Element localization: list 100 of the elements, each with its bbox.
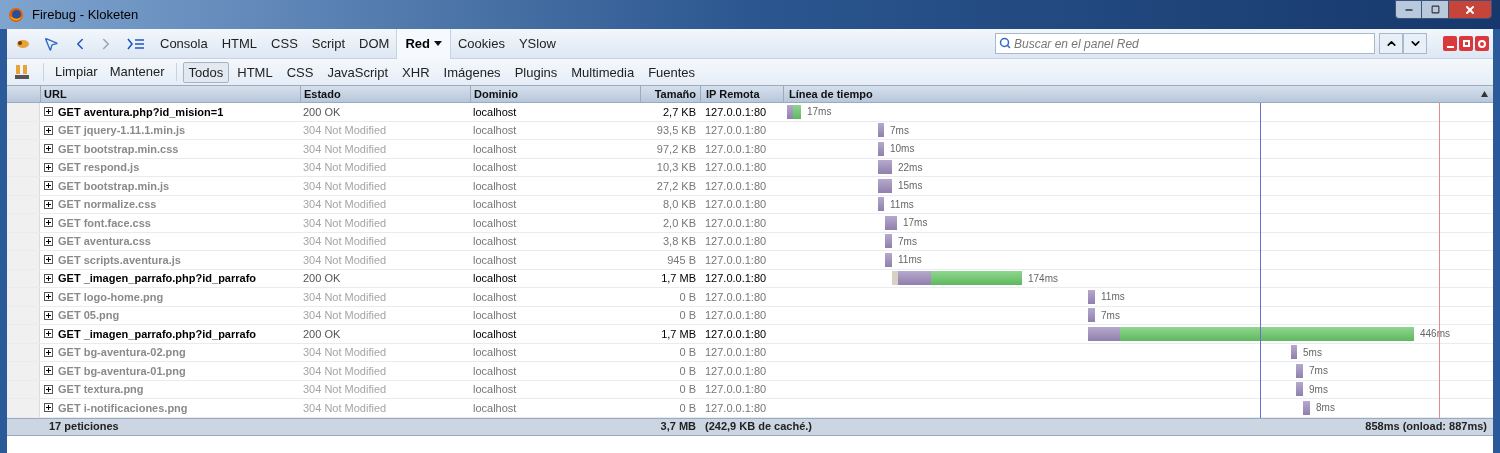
request-url[interactable]: GET aventura.php?id_mision=1	[58, 103, 224, 120]
filter-tab[interactable]: Plugins	[508, 61, 564, 83]
expand-toggle-icon[interactable]	[44, 107, 53, 117]
search-field[interactable]: Buscar en el panel Red	[995, 33, 1375, 54]
minimize-button[interactable]	[1395, 0, 1422, 19]
expand-toggle-icon[interactable]	[44, 125, 53, 135]
filter-tab[interactable]: Multimedia	[565, 61, 641, 83]
status-text: 304 Not Modified	[302, 141, 388, 157]
total-size: 3,7 MB	[659, 419, 697, 435]
domain-text: localhost	[472, 215, 518, 231]
expand-toggle-icon[interactable]	[44, 255, 53, 265]
filter-tab[interactable]: JavaScript	[321, 61, 395, 83]
column-header[interactable]: Estado	[300, 85, 470, 103]
timing-bar	[878, 123, 884, 138]
request-url[interactable]: GET bg-aventura-02.png	[58, 344, 186, 361]
panel-tab[interactable]: Consola	[153, 28, 215, 59]
command-line-icon[interactable]	[127, 37, 145, 50]
window-title: Firebug - Kloketen	[32, 5, 139, 24]
expand-toggle-icon[interactable]	[44, 236, 53, 246]
minimize-panel-button[interactable]	[1443, 36, 1457, 51]
expand-toggle-icon[interactable]	[44, 162, 53, 172]
size-text: 97,2 KB	[655, 141, 697, 157]
expand-toggle-icon[interactable]	[44, 329, 53, 339]
expand-toggle-icon[interactable]	[44, 384, 53, 394]
column-header[interactable]: IP Remota	[700, 85, 783, 103]
duration-label: 7ms	[890, 123, 909, 138]
request-url[interactable]: GET aventura.css	[58, 233, 151, 250]
request-url[interactable]: GET bootstrap.min.css	[58, 140, 179, 157]
panel-tab[interactable]: YSlow	[511, 28, 563, 59]
size-text: 1,7 MB	[660, 271, 697, 286]
panel-tab[interactable]: CSS	[264, 28, 305, 59]
bug-icon[interactable]	[15, 37, 31, 50]
power-button[interactable]	[1475, 36, 1489, 51]
status-text: 304 Not Modified	[302, 252, 388, 268]
domain-text: localhost	[472, 252, 518, 268]
duration-label: 22ms	[898, 160, 923, 175]
column-header[interactable]: Línea de tiempo	[783, 85, 1481, 103]
expand-toggle-icon[interactable]	[44, 403, 53, 413]
next-match-button[interactable]	[1403, 33, 1427, 54]
filter-tab[interactable]: HTML	[231, 61, 279, 83]
expand-toggle-icon[interactable]	[44, 144, 53, 154]
timing-bar	[878, 141, 884, 156]
panel-tab[interactable]: Script	[304, 28, 353, 59]
duration-label: 5ms	[1303, 345, 1322, 360]
domain-text: localhost	[472, 123, 518, 138]
filter-tab[interactable]: XHR	[396, 61, 436, 83]
remote-ip-text: 127.0.0.1:80	[704, 252, 768, 268]
panel-tab[interactable]: HTML	[214, 28, 265, 59]
request-url[interactable]: GET _imagen_parrafo.php?id_parrafo	[58, 270, 257, 287]
previous-match-button[interactable]	[1379, 33, 1403, 54]
inspect-icon[interactable]	[43, 35, 59, 52]
request-url[interactable]: GET bootstrap.min.js	[58, 177, 170, 194]
size-text: 93,5 KB	[655, 123, 697, 138]
request-count: 17 peticiones	[48, 419, 120, 435]
toolbar-button[interactable]: Mantener	[104, 62, 170, 82]
request-url[interactable]: GET _imagen_parrafo.php?id_parrafo	[58, 325, 257, 342]
status-text: 200 OK	[302, 326, 342, 342]
filter-tab[interactable]: Imágenes	[437, 61, 507, 83]
xhr-spy-icon[interactable]	[15, 64, 29, 80]
remote-ip-text: 127.0.0.1:80	[704, 178, 768, 194]
expand-toggle-icon[interactable]	[44, 199, 53, 209]
remote-ip-text: 127.0.0.1:80	[704, 289, 768, 305]
sort-ascending-icon[interactable]	[1481, 91, 1488, 97]
remote-ip-text: 127.0.0.1:80	[704, 271, 768, 286]
expand-toggle-icon[interactable]	[44, 347, 53, 357]
panel-tab[interactable]: DOM	[352, 28, 397, 59]
request-url[interactable]: GET scripts.aventura.js	[58, 251, 181, 268]
duration-label: 7ms	[898, 234, 917, 249]
expand-toggle-icon[interactable]	[44, 273, 53, 283]
panel-tab[interactable]: Cookies	[450, 28, 512, 59]
request-url[interactable]: GET bg-aventura-01.png	[58, 362, 186, 379]
column-header[interactable]: Dominio	[470, 85, 640, 103]
close-button[interactable]	[1448, 0, 1492, 19]
request-url[interactable]: GET normalize.css	[58, 196, 157, 213]
remote-ip-text: 127.0.0.1:80	[704, 104, 768, 120]
panel-tab[interactable]: Red	[396, 28, 451, 59]
expand-toggle-icon[interactable]	[44, 292, 53, 302]
remote-ip-text: 127.0.0.1:80	[704, 234, 768, 249]
filter-tab[interactable]: Fuentes	[642, 61, 702, 83]
timing-bar	[787, 104, 801, 119]
filter-tab[interactable]: CSS	[280, 61, 320, 83]
size-text: 27,2 KB	[655, 178, 697, 194]
expand-toggle-icon[interactable]	[44, 218, 53, 228]
expand-toggle-icon[interactable]	[44, 181, 53, 191]
duration-label: 17ms	[807, 105, 832, 120]
maximize-button[interactable]	[1422, 0, 1448, 19]
detach-button[interactable]	[1459, 36, 1473, 51]
remote-ip-text: 127.0.0.1:80	[704, 197, 768, 212]
search-icon	[999, 37, 1011, 49]
expand-toggle-icon[interactable]	[44, 366, 53, 376]
column-header[interactable]: URL	[40, 85, 300, 103]
column-header[interactable]: Tamaño	[640, 85, 700, 103]
size-text: 3,8 KB	[661, 234, 697, 249]
request-url[interactable]: GET i-notificaciones.png	[58, 399, 188, 416]
expand-toggle-icon[interactable]	[44, 310, 53, 320]
timing-bar	[885, 252, 892, 267]
toolbar-button[interactable]: Limpiar	[50, 62, 103, 82]
status-text: 304 Not Modified	[302, 363, 388, 379]
filter-tab[interactable]: Todos	[182, 61, 230, 83]
size-text: 0 B	[678, 363, 697, 379]
